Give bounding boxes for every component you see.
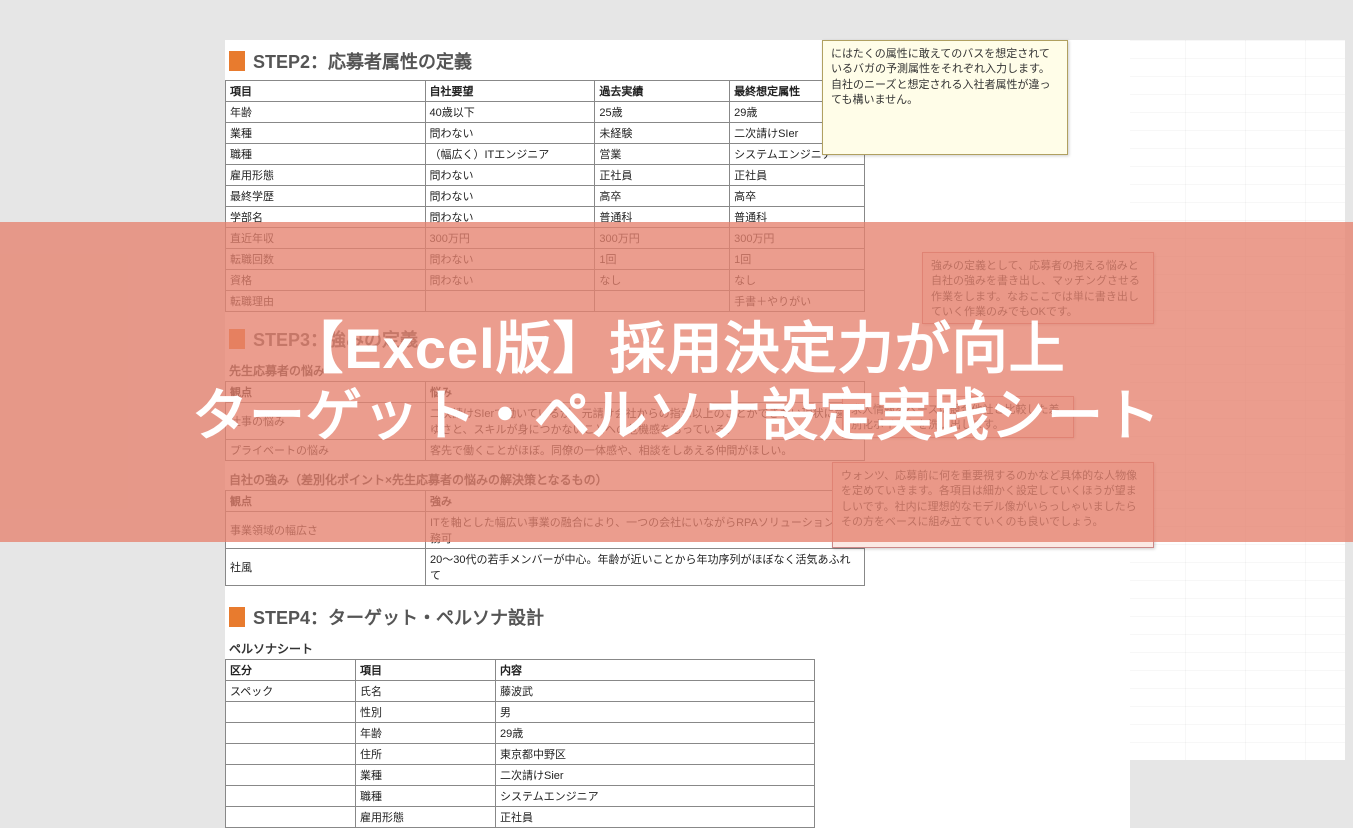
cell[interactable]: 業種 (356, 765, 496, 786)
cell[interactable]: 高卒 (595, 186, 730, 207)
cell[interactable]: 雇用形態 (226, 165, 426, 186)
cell[interactable]: 東京都中野区 (496, 744, 815, 765)
step4-table[interactable]: 区分 項目 内容 スペック氏名藤波武性別男年齢29歳住所東京都中野区業種二次請け… (225, 659, 815, 828)
cell[interactable]: 営業 (595, 144, 730, 165)
cell[interactable]: 未経験 (595, 123, 730, 144)
step-marker-icon (229, 51, 245, 71)
col-req: 自社要望 (425, 81, 595, 102)
note-text: にはたくの属性に敢えてのバスを想定されているバガの予測属性をそれぞれ入力します。… (831, 48, 1050, 106)
table-header-row: 区分 項目 内容 (226, 660, 815, 681)
cell[interactable] (226, 786, 356, 807)
table-row[interactable]: 性別男 (226, 702, 815, 723)
table-row[interactable]: 業種問わない未経験二次請けSIer (226, 123, 865, 144)
cell[interactable]: 20～30代の若手メンバーが中心。年齢が近いことから年功序列がほぼなく活気あふれ… (426, 549, 865, 586)
cell[interactable]: システムエンジニア (496, 786, 815, 807)
cell[interactable]: 業種 (226, 123, 426, 144)
table-row[interactable]: 最終学歴問わない高卒高卒 (226, 186, 865, 207)
step-marker-icon (229, 607, 245, 627)
col-category: 区分 (226, 660, 356, 681)
step4-header: STEP4：ターゲット・ペルソナ設計 (225, 596, 1130, 636)
cell[interactable]: 職種 (226, 144, 426, 165)
title-overlay: 【Excel版】採用決定力が向上 ターゲット・ペルソナ設定実践シート (0, 222, 1353, 542)
col-past: 過去実績 (595, 81, 730, 102)
cell[interactable]: 問わない (425, 123, 595, 144)
step4-title: STEP4：ターゲット・ペルソナ設計 (253, 604, 544, 630)
comment-note-top[interactable]: にはたくの属性に敢えてのバスを想定されているバガの予測属性をそれぞれ入力します。… (822, 40, 1068, 155)
cell[interactable]: 二次請けSier (496, 765, 815, 786)
cell[interactable]: 高卒 (730, 186, 865, 207)
col-item: 項目 (356, 660, 496, 681)
cell[interactable]: 正社員 (730, 165, 865, 186)
table-row[interactable]: 雇用形態正社員 (226, 807, 815, 828)
cell[interactable]: 社風 (226, 549, 426, 586)
cell[interactable]: 正社員 (496, 807, 815, 828)
table-row[interactable]: 雇用形態問わない正社員正社員 (226, 165, 865, 186)
cell[interactable]: 最終学歴 (226, 186, 426, 207)
cell[interactable]: 藤波武 (496, 681, 815, 702)
cell[interactable]: 雇用形態 (356, 807, 496, 828)
table-row[interactable]: 年齢29歳 (226, 723, 815, 744)
cell[interactable]: 40歳以下 (425, 102, 595, 123)
cell[interactable]: 25歳 (595, 102, 730, 123)
cell[interactable] (226, 744, 356, 765)
cell[interactable]: 年齢 (226, 102, 426, 123)
cell[interactable]: 男 (496, 702, 815, 723)
table-row[interactable]: 社風20～30代の若手メンバーが中心。年齢が近いことから年功序列がほぼなく活気あ… (226, 549, 865, 586)
cell[interactable]: 正社員 (595, 165, 730, 186)
overlay-line1: 【Excel版】採用決定力が向上 (287, 315, 1065, 382)
cell[interactable]: 問わない (425, 165, 595, 186)
cell[interactable]: 年齢 (356, 723, 496, 744)
table-row[interactable]: 業種二次請けSier (226, 765, 815, 786)
table-row[interactable]: 年齢40歳以下25歳29歳 (226, 102, 865, 123)
step2-title: STEP2：応募者属性の定義 (253, 48, 472, 74)
cell[interactable]: （幅広く）ITエンジニア (425, 144, 595, 165)
table-header-row: 項目 自社要望 過去実績 最終想定属性 (226, 81, 865, 102)
overlay-line2: ターゲット・ペルソナ設定実践シート (192, 382, 1161, 449)
cell[interactable]: スペック (226, 681, 356, 702)
cell[interactable]: 職種 (356, 786, 496, 807)
table-row[interactable]: スペック氏名藤波武 (226, 681, 815, 702)
cell[interactable]: 性別 (356, 702, 496, 723)
cell[interactable]: 氏名 (356, 681, 496, 702)
table-row[interactable]: 住所東京都中野区 (226, 744, 815, 765)
cell[interactable] (226, 723, 356, 744)
cell[interactable]: 問わない (425, 186, 595, 207)
cell[interactable]: 住所 (356, 744, 496, 765)
cell[interactable] (226, 765, 356, 786)
cell[interactable] (226, 702, 356, 723)
table-row[interactable]: 職種（幅広く）ITエンジニア営業システムエンジニア (226, 144, 865, 165)
table-row[interactable]: 職種システムエンジニア (226, 786, 815, 807)
cell[interactable]: 29歳 (496, 723, 815, 744)
col-content: 内容 (496, 660, 815, 681)
col-item: 項目 (226, 81, 426, 102)
step4-subtitle: ペルソナシート (225, 636, 1130, 659)
cell[interactable] (226, 807, 356, 828)
